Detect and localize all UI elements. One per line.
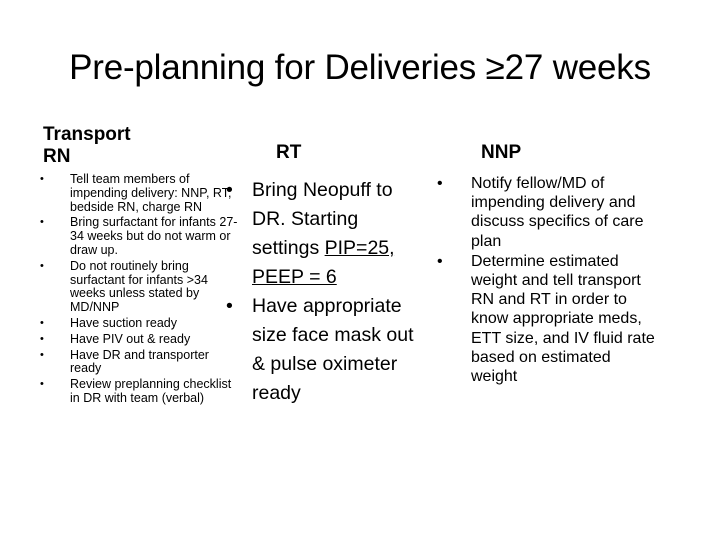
list-item-text: Tell team members of impending delivery:…	[70, 172, 232, 214]
slide-title: Pre-planning for Deliveries ≥27 weeks	[69, 48, 651, 87]
list-item-text: Determine estimated weight and tell tran…	[471, 252, 655, 386]
list-item: • Have DR and transporter ready	[38, 347, 238, 377]
list-item-text: Review preplanning checklist in DR with …	[70, 377, 232, 405]
rt-heading: RT	[276, 142, 302, 163]
list-item: • Bring surfactant for infants 27-34 week…	[38, 216, 238, 257]
list-item-text: Do not routinely bring surfactant for in…	[70, 258, 208, 315]
list-item: • Notify fellow/MD of impending delivery …	[437, 174, 657, 251]
bullet-icon: •	[40, 316, 44, 329]
list-item: • Have appropriate size face mask out & p…	[222, 292, 422, 408]
nnp-heading: NNP	[481, 142, 522, 163]
list-item-text: Have DR and transporter ready	[70, 347, 209, 376]
bullet-icon: •	[40, 378, 44, 391]
list-item: • Have PIV out & ready	[38, 331, 238, 347]
list-item-text: Bring surfactant for infants 27-34 weeks…	[70, 215, 238, 257]
transport-rn-list: • Tell team members of impending delivery…	[38, 172, 238, 408]
bullet-icon: •	[40, 348, 44, 361]
transport-rn-heading-line2: RN	[43, 146, 71, 167]
list-item: • Determine estimated weight and tell tra…	[437, 252, 657, 386]
bullet-icon: •	[226, 295, 233, 317]
list-item-text: Have appropriate size face mask out & pu…	[252, 295, 414, 404]
bullet-icon: •	[226, 179, 233, 201]
bullet-icon: •	[40, 216, 44, 229]
list-item: • Do not routinely bring surfactant for i…	[38, 258, 238, 315]
list-item-text: Have suction ready	[70, 315, 178, 330]
transport-rn-heading-line1: Transport	[43, 124, 131, 145]
list-item: • Tell team members of impending delivery…	[38, 172, 238, 214]
list-item: • Review preplanning checklist in DR with…	[38, 377, 238, 406]
list-item: • Bring Neopuff to DR. Starting settings …	[222, 176, 422, 292]
bullet-icon: •	[40, 173, 44, 185]
list-item-text: Notify fellow/MD of impending delivery a…	[471, 175, 644, 250]
nnp-list: • Notify fellow/MD of impending delivery …	[437, 174, 657, 387]
bullet-icon: •	[437, 175, 443, 192]
bullet-icon: •	[40, 332, 44, 345]
bullet-icon: •	[40, 259, 44, 272]
transport-rn-heading: Transport RN	[43, 124, 163, 168]
list-item-text: Have PIV out & ready	[70, 331, 191, 346]
bullet-icon: •	[437, 252, 443, 270]
list-item: • Have suction ready	[38, 315, 238, 331]
rt-list: • Bring Neopuff to DR. Starting settings …	[222, 176, 422, 408]
